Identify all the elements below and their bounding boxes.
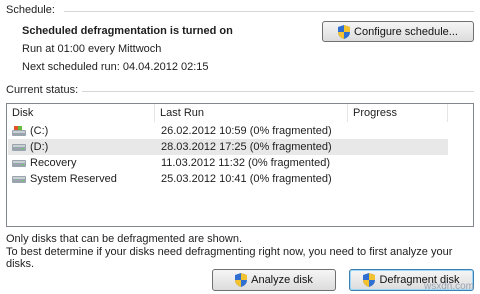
disk-row-system-reserved[interactable]: System Reserved 25.03.2012 10:41 (0% fra… [8,171,448,187]
info-text-analyze: To best determine if your disks need def… [6,246,453,270]
current-status-divider [82,91,474,92]
drive-icon [12,160,26,167]
column-header-progress[interactable]: Progress [348,104,448,122]
analyze-disk-button[interactable]: Analyze disk [212,269,336,291]
schedule-next-run: Next scheduled run: 04.04.2012 02:15 [22,61,209,73]
uac-shield-icon [338,24,351,39]
configure-schedule-label: Configure schedule... [354,25,458,38]
column-header-disk[interactable]: Disk [7,104,155,122]
disk-list-header: Disk Last Run Progress [7,104,473,122]
schedule-status-title: Scheduled defragmentation is turned on [22,25,233,37]
disk-last-run: 11.03.2012 11:32 (0% fragmented) [161,157,330,169]
column-header-last-run[interactable]: Last Run [155,104,348,122]
disk-row-c[interactable]: (C:) 26.02.2012 10:59 (0% fragmented) [8,123,448,139]
uac-shield-icon [235,273,248,287]
disk-name: Recovery [30,157,77,169]
drive-icon [12,176,26,183]
disk-last-run: 28.03.2012 17:25 (0% fragmented) [161,141,332,153]
uac-shield-icon [363,273,376,287]
info-text-shown: Only disks that can be defragmented are … [6,233,243,245]
disk-name: System Reserved [30,173,117,185]
disk-name: (D:) [30,141,49,153]
analyze-disk-label: Analyze disk [251,274,313,286]
current-status-group-label: Current status: [6,84,79,96]
schedule-divider [64,11,474,12]
schedule-run-at: Run at 01:00 every Mittwoch [22,43,162,55]
disk-row-recovery[interactable]: Recovery 11.03.2012 11:32 (0% fragmented… [8,155,448,171]
disk-list[interactable]: Disk Last Run Progress (C:) 26.02.2012 1… [6,103,474,227]
disk-last-run: 26.02.2012 10:59 (0% fragmented) [161,125,332,137]
watermark: wsxdn.com [423,281,474,292]
configure-schedule-button[interactable]: Configure schedule... [322,21,474,42]
drive-icon [12,144,26,151]
disk-row-d[interactable]: (D:) 28.03.2012 17:25 (0% fragmented) [8,139,448,155]
disk-name: (C:) [30,125,49,137]
windows-drive-icon [12,126,26,136]
schedule-group-label: Schedule: [6,4,55,16]
disk-last-run: 25.03.2012 10:41 (0% fragmented) [161,173,332,185]
